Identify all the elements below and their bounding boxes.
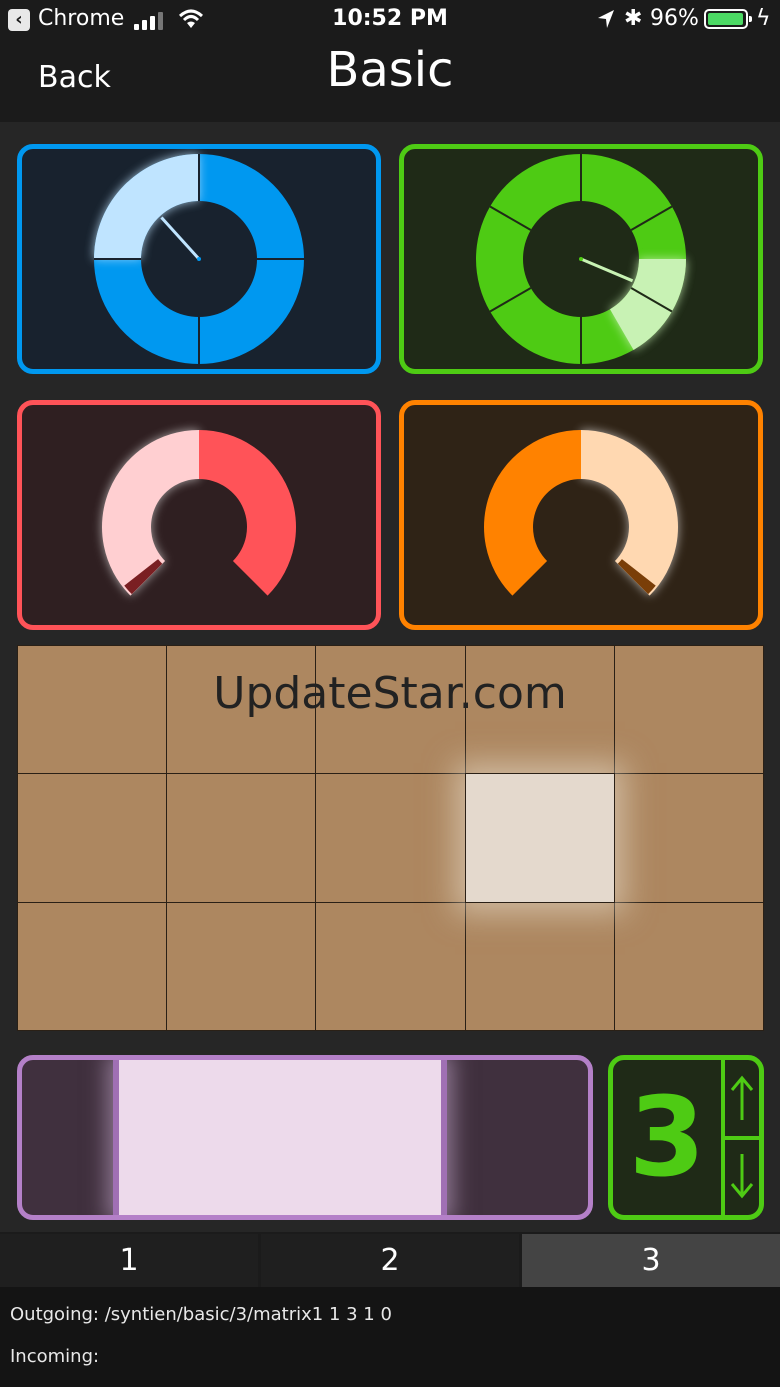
- matrix-cell-r2-c0[interactable]: [17, 901, 168, 1031]
- outgoing-message: Outgoing: /syntien/basic/3/matrix1 1 3 1…: [10, 1304, 392, 1325]
- matrix-cell-r1-c2[interactable]: [315, 773, 466, 903]
- tab-2[interactable]: 2: [261, 1234, 519, 1287]
- status-bar: ‹ Chrome 10:52 PM ✱ 96% ϟ: [0, 0, 780, 40]
- charging-icon: ϟ: [756, 6, 771, 31]
- knob-orange[interactable]: [399, 400, 763, 630]
- tab-1[interactable]: 1: [0, 1234, 258, 1287]
- knob-needle: [580, 257, 634, 283]
- matrix-cell-r1-c4[interactable]: [613, 773, 764, 903]
- matrix-cell-r1-c0[interactable]: [17, 773, 168, 903]
- page-title: Basic: [326, 42, 454, 98]
- location-icon: [598, 10, 614, 28]
- range-fader[interactable]: [17, 1055, 593, 1220]
- message-log: Outgoing: /syntien/basic/3/matrix1 1 3 1…: [0, 1287, 780, 1387]
- matrix-cell-r2-c1[interactable]: [166, 901, 317, 1031]
- matrix-cell-r1-c1[interactable]: [166, 773, 317, 903]
- matrix-cell-r1-c3[interactable]: [464, 773, 615, 903]
- knob-arc-left: [484, 430, 581, 596]
- fader-range-handle[interactable]: [112, 1060, 448, 1215]
- page-tabs: 1 2 3: [0, 1232, 780, 1287]
- bluetooth-icon: ✱: [624, 6, 643, 31]
- battery-percent: 96%: [650, 6, 699, 31]
- nav-bar: Back Basic: [0, 40, 780, 122]
- arrow-up-icon[interactable]: [725, 1060, 759, 1136]
- matrix-cell-r2-c4[interactable]: [613, 901, 764, 1031]
- incoming-message: Incoming:: [10, 1346, 100, 1367]
- battery-icon: [704, 9, 752, 29]
- matrix-cell-r2-c2[interactable]: [315, 901, 466, 1031]
- knob-red[interactable]: [17, 400, 381, 630]
- knob-blue[interactable]: [17, 144, 381, 374]
- knob-green[interactable]: [399, 144, 763, 374]
- knob-arc-right: [199, 430, 296, 596]
- stepper: 3: [608, 1055, 764, 1220]
- knob-needle: [160, 216, 201, 261]
- stepper-value: 3: [628, 1073, 706, 1201]
- watermark: UpdateStar.com: [213, 668, 567, 719]
- matrix-cell-r2-c3[interactable]: [464, 901, 615, 1031]
- arrow-down-icon[interactable]: [725, 1140, 759, 1216]
- tab-3[interactable]: 3: [522, 1234, 780, 1287]
